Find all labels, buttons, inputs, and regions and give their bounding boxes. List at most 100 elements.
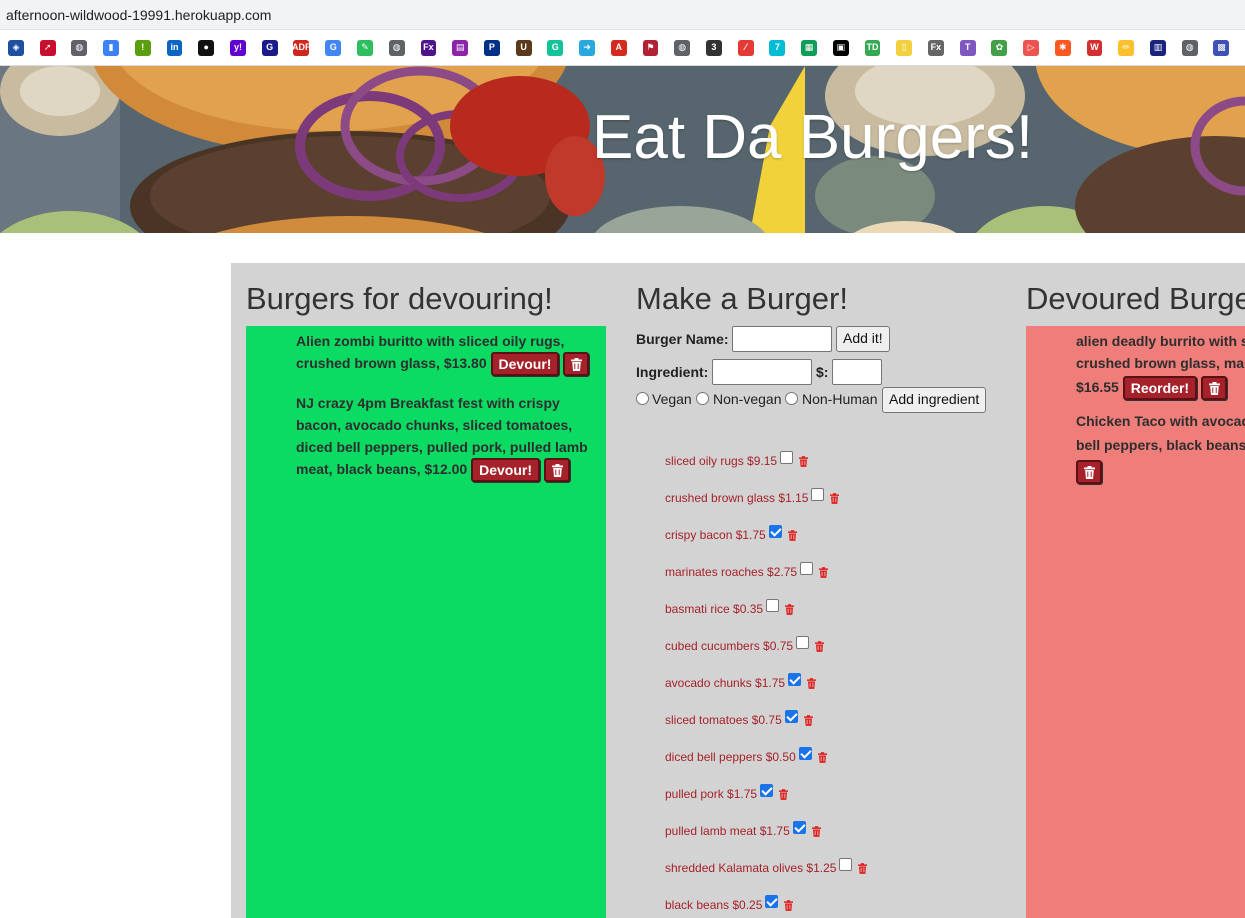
ingredient-checkbox[interactable] — [792, 820, 806, 834]
ingredient-checkbox[interactable] — [811, 487, 825, 501]
td-icon[interactable]: TD — [864, 39, 881, 56]
github-icon[interactable]: ● — [198, 39, 215, 56]
address-bar[interactable]: afternoon-wildwood-19991.herokuapp.com — [0, 0, 1245, 30]
paypal-icon[interactable]: P — [483, 39, 500, 56]
ingredient-checkbox[interactable] — [768, 524, 782, 538]
devour-list-panel: Alien zombi buritto with sliced oily rug… — [246, 326, 606, 918]
pencils-icon[interactable]: ⁄ — [737, 39, 754, 56]
square-icon[interactable]: ▣ — [832, 39, 849, 56]
devour-button[interactable]: Devour! — [490, 352, 560, 377]
trash-icon[interactable] — [830, 492, 840, 504]
devour-button[interactable]: Devour! — [471, 458, 541, 483]
trash-icon[interactable] — [811, 825, 821, 837]
devoured-list-title: Devoured Burgers — [1026, 281, 1245, 316]
ingredient-checkbox[interactable] — [796, 635, 810, 649]
trash-icon[interactable] — [807, 677, 817, 689]
burger-name-input[interactable] — [732, 326, 832, 352]
t-icon[interactable]: T — [959, 39, 976, 56]
devoured-list-panel: alien deadly burrito with sliced oily ru… — [1026, 326, 1245, 918]
yahoo-icon[interactable]: y! — [230, 39, 246, 56]
sheets-icon[interactable]: ▦ — [801, 39, 817, 56]
poster-icon[interactable]: ▤ — [452, 39, 469, 56]
arrow-icon[interactable]: ➜ — [579, 39, 595, 56]
trash-icon[interactable] — [779, 788, 789, 800]
ingredient-row: basmati rice $0.35 — [665, 598, 795, 619]
evernote-icon[interactable]: ✎ — [357, 39, 373, 56]
burger-text: crushed brown glass, $13.80 — [296, 355, 487, 371]
vegan-radio[interactable] — [636, 392, 649, 405]
delete-button[interactable] — [563, 352, 590, 377]
ingredient-label: shredded Kalamata olives $1.25 — [665, 861, 837, 875]
avery-icon[interactable]: A — [610, 39, 627, 56]
ingredient-checkbox[interactable] — [839, 857, 853, 871]
zip-icon[interactable]: W — [1086, 39, 1103, 56]
delete-button[interactable] — [1200, 376, 1227, 401]
price-input[interactable] — [832, 359, 882, 385]
add-it-button[interactable]: Add it! — [836, 326, 890, 352]
burger-text: alien deadly burrito with sliced oily ru… — [1076, 333, 1245, 349]
ingredient-checkbox[interactable] — [766, 598, 780, 612]
trash-icon — [1208, 382, 1220, 396]
adp-icon[interactable]: ADP — [292, 39, 311, 56]
pencil-icon[interactable]: ✏ — [1118, 39, 1135, 56]
grammarly-icon[interactable]: G — [547, 39, 564, 56]
globe-icon[interactable]: ◍ — [388, 39, 405, 56]
ingredient-input[interactable] — [712, 359, 812, 385]
reorder-button[interactable]: Reorder! — [1122, 376, 1198, 401]
note-icon[interactable]: ▯ — [896, 39, 913, 56]
play-icon[interactable]: ▷ — [1023, 39, 1039, 56]
chase-icon[interactable]: ◈ — [8, 39, 24, 56]
seven-icon[interactable]: 7 — [769, 39, 786, 56]
g-icon[interactable]: G — [261, 39, 278, 56]
ingredient-checkbox[interactable] — [800, 561, 814, 575]
trash-icon[interactable] — [817, 751, 827, 763]
trash-icon[interactable] — [803, 714, 813, 726]
shopping-bag-icon[interactable]: ▮ — [103, 39, 119, 56]
ups-icon[interactable]: U — [515, 39, 532, 56]
screen-icon[interactable]: ▩ — [1213, 39, 1230, 56]
trash-icon[interactable] — [858, 862, 868, 874]
flag-icon[interactable]: ⚑ — [642, 39, 659, 56]
trash-icon — [571, 358, 583, 372]
list-item: Chicken Taco with avocado chunks, diced … — [1076, 410, 1245, 485]
ingredient-checkbox[interactable] — [780, 450, 794, 464]
google-icon[interactable]: G — [325, 39, 342, 56]
linkedin-icon[interactable]: in — [166, 39, 183, 56]
ingredient-checkbox[interactable] — [788, 672, 802, 686]
ingredient-label: avocado chunks $1.75 — [665, 676, 786, 690]
ingredient-checkbox[interactable] — [798, 746, 812, 760]
brain-icon[interactable]: ✿ — [991, 39, 1008, 56]
ingredient-checkbox[interactable] — [760, 783, 774, 797]
trash-icon[interactable] — [815, 640, 825, 652]
fedex-icon[interactable]: Fx — [420, 39, 437, 56]
url-text: afternoon-wildwood-19991.herokuapp.com — [6, 7, 272, 23]
ingredient-checkbox[interactable] — [765, 894, 779, 908]
globe-icon[interactable]: ◍ — [1181, 39, 1198, 56]
ingredient-label: crispy bacon $1.75 — [665, 528, 766, 542]
non-vegan-radio[interactable] — [696, 392, 709, 405]
hero-banner: Eat Da Burgers! — [0, 66, 1245, 233]
add-ingredient-button[interactable]: Add ingredient — [882, 387, 987, 413]
ingredient-checkbox[interactable] — [784, 709, 798, 723]
delete-button[interactable] — [543, 458, 570, 483]
non-human-radio[interactable] — [785, 392, 798, 405]
barcode-icon[interactable]: ▥ — [1150, 39, 1166, 56]
capitalone-icon[interactable]: ➚ — [39, 39, 56, 56]
fx-icon[interactable]: Fx — [928, 39, 944, 56]
burger-text: crushed brown glass, marinates roaches, — [1076, 355, 1245, 371]
list-item: Alien zombi buritto with sliced oily rug… — [296, 330, 606, 377]
globe-icon[interactable]: ◍ — [674, 39, 691, 56]
ingredient-label: cubed cucumbers $0.75 — [665, 639, 794, 653]
burger-text: diced bell peppers, pulled pork, pulled … — [296, 439, 588, 455]
trash-icon[interactable] — [785, 603, 795, 615]
delete-button[interactable] — [1076, 460, 1102, 485]
trash-icon[interactable] — [784, 899, 794, 911]
trash-icon[interactable] — [799, 455, 809, 467]
trash-icon[interactable] — [787, 529, 797, 541]
asterisk-icon[interactable]: ✱ — [1054, 39, 1071, 56]
globe-icon[interactable]: ◍ — [71, 39, 88, 56]
alert-icon[interactable]: ! — [134, 39, 151, 56]
three-icon[interactable]: 3 — [705, 39, 722, 56]
ingredient-row: diced bell peppers $0.50 — [665, 746, 827, 767]
trash-icon[interactable] — [819, 566, 829, 578]
